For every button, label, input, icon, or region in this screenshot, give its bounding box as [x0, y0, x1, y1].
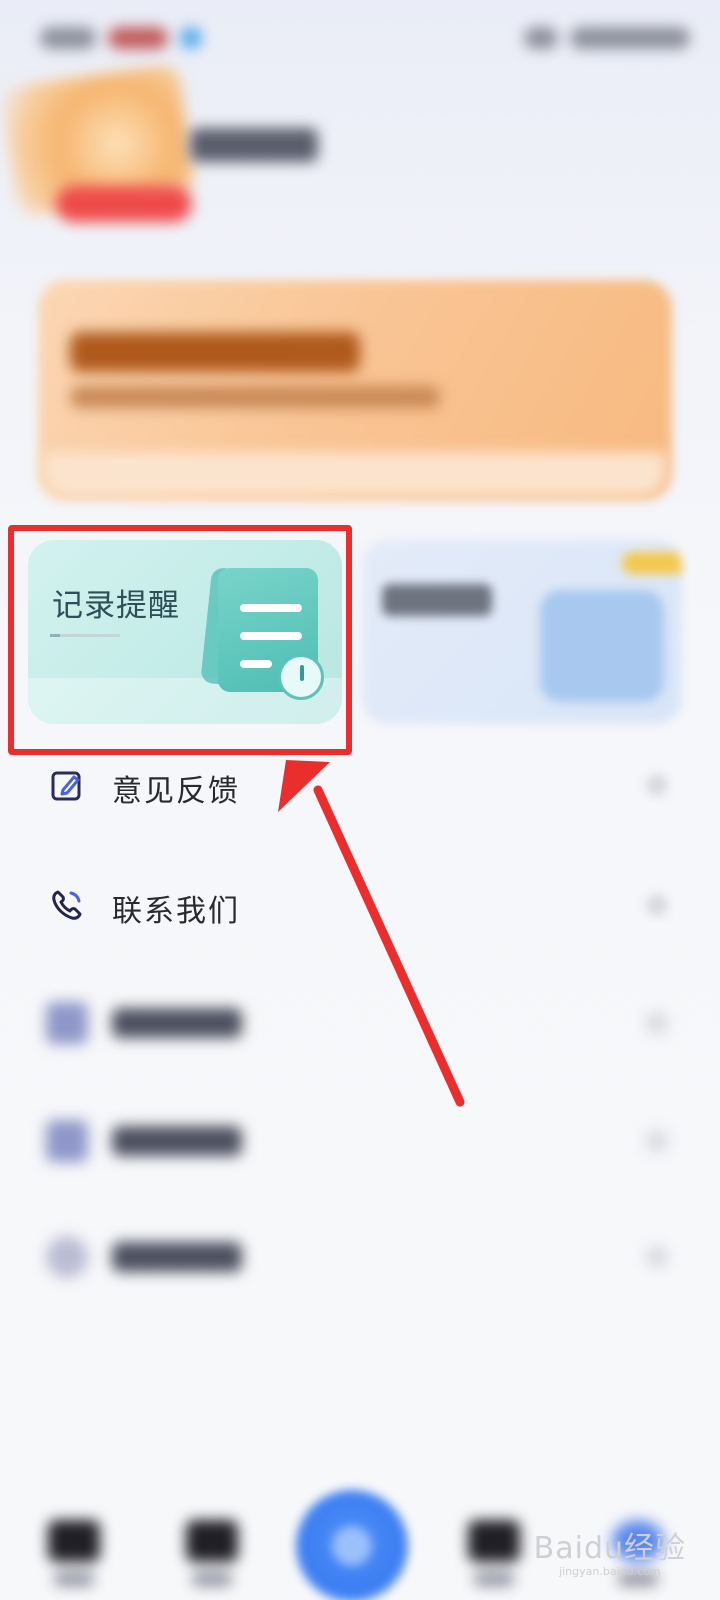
- menu-item-label: 联系我们: [112, 894, 240, 929]
- secondary-card-title: [382, 584, 492, 616]
- tab-fourth[interactable]: [466, 1520, 522, 1590]
- chevron-right-icon: [646, 1012, 668, 1034]
- menu-item-feedback[interactable]: 意见反馈: [0, 746, 720, 826]
- document-icon: [46, 1002, 88, 1044]
- edit-icon: [48, 766, 86, 804]
- tab-icon: [186, 1520, 238, 1562]
- chevron-right-icon: [646, 1130, 668, 1152]
- menu-item-label: [112, 1008, 242, 1038]
- vip-banner-subtitle: [70, 386, 440, 408]
- highlight-box: [8, 525, 352, 755]
- vip-banner-title: [70, 332, 360, 372]
- menu-item-about[interactable]: [0, 1218, 720, 1298]
- menu-item-label: [112, 1242, 242, 1272]
- secondary-card-tag: [622, 552, 682, 574]
- menu-item-privacy[interactable]: [0, 1102, 720, 1182]
- chevron-right-icon: [646, 774, 668, 796]
- menu-item-agreement[interactable]: [0, 984, 720, 1064]
- chevron-right-icon: [646, 894, 668, 916]
- secondary-card[interactable]: [362, 540, 682, 724]
- menu-item-label: [112, 1126, 242, 1156]
- membership-badge[interactable]: [56, 186, 192, 222]
- heart-icon: [48, 1520, 100, 1562]
- tab-home[interactable]: [46, 1520, 102, 1590]
- info-icon: [46, 1236, 88, 1278]
- notification-icon: [108, 27, 168, 49]
- chevron-right-icon: [646, 1246, 668, 1268]
- clock-text: [40, 27, 96, 49]
- plus-icon: [332, 1526, 372, 1566]
- center-action-button[interactable]: [296, 1490, 408, 1600]
- battery-icon: [570, 27, 690, 49]
- watermark: Baidu经验 jingyan.baidu.com: [534, 1523, 686, 1578]
- status-bar: [40, 18, 690, 58]
- phone-icon: [48, 886, 86, 924]
- profile-name: [190, 128, 318, 162]
- shield-icon: [46, 1120, 88, 1162]
- location-icon: [180, 27, 202, 49]
- vip-banner-footer: [44, 452, 666, 496]
- signal-icon: [524, 27, 558, 49]
- watermark-url: jingyan.baidu.com: [559, 1565, 661, 1578]
- menu-item-label: 意见反馈: [112, 774, 240, 809]
- secondary-card-icon: [540, 590, 664, 702]
- grid-icon: [468, 1520, 520, 1562]
- watermark-text: Baidu经验: [533, 1531, 686, 1566]
- tab-second[interactable]: [184, 1520, 240, 1590]
- menu-item-contact[interactable]: 联系我们: [0, 866, 720, 946]
